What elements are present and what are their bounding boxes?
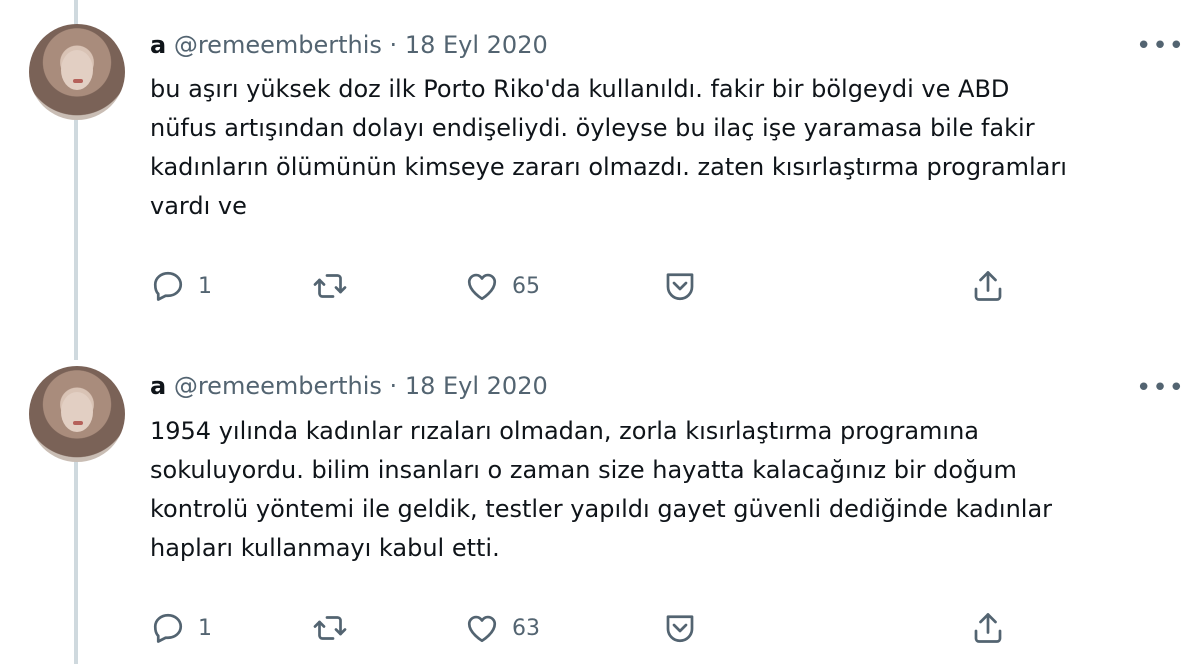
share-icon bbox=[974, 613, 1002, 643]
more-icon[interactable]: ••• bbox=[1136, 33, 1185, 59]
separator: · bbox=[389, 31, 398, 59]
reply-count: 1 bbox=[198, 615, 212, 641]
tweet-text-line: kontrolü yöntemi ile geldik, testler yap… bbox=[150, 495, 1053, 523]
action-bar: 1 63 bbox=[0, 610, 1200, 650]
reply-icon bbox=[153, 271, 183, 301]
like-button[interactable]: 63 bbox=[464, 610, 540, 646]
tweet-text: 1954 yılında kadınlar rızaları olmadan, … bbox=[150, 412, 1150, 568]
bookmark-icon bbox=[666, 615, 694, 643]
author-name[interactable]: a bbox=[150, 372, 166, 400]
tweet-date[interactable]: 18 Eyl 2020 bbox=[405, 31, 548, 59]
share-button[interactable] bbox=[970, 268, 1006, 304]
tweet-text-line: nüfus artışından dolayı endişeliydi. öyl… bbox=[150, 114, 1035, 142]
avatar[interactable] bbox=[29, 24, 125, 120]
avatar-lips bbox=[73, 421, 83, 425]
bookmark-button[interactable] bbox=[662, 268, 698, 304]
reply-button[interactable]: 1 bbox=[150, 610, 212, 646]
share-button[interactable] bbox=[970, 610, 1006, 646]
bookmark-button[interactable] bbox=[662, 610, 698, 646]
tweet-header: a @remeemberthis · 18 Eyl 2020 bbox=[150, 30, 548, 60]
action-bar: 1 65 bbox=[0, 268, 1200, 308]
retweet-button[interactable] bbox=[312, 610, 348, 646]
tweet-text-line: kadınların ölümünün kimseye zararı olmaz… bbox=[150, 153, 1067, 181]
tweet-date[interactable]: 18 Eyl 2020 bbox=[405, 372, 548, 400]
tweet-text-line: 1954 yılında kadınlar rızaları olmadan, … bbox=[150, 417, 979, 445]
like-icon bbox=[467, 273, 497, 301]
retweet-icon bbox=[313, 274, 347, 298]
author-name[interactable]: a bbox=[150, 31, 166, 59]
author-handle[interactable]: @remeemberthis bbox=[174, 372, 382, 400]
tweet[interactable]: a @remeemberthis · 18 Eyl 2020 ••• 1954 … bbox=[0, 340, 1200, 664]
tweet-text-line: bu aşırı yüksek doz ilk Porto Riko'da ku… bbox=[150, 75, 1010, 103]
avatar-face bbox=[61, 392, 93, 432]
avatar-face bbox=[61, 50, 93, 90]
reply-button[interactable]: 1 bbox=[150, 268, 212, 304]
reply-count: 1 bbox=[198, 273, 212, 299]
tweet-text-line: vardı ve bbox=[150, 192, 247, 220]
tweet-text: bu aşırı yüksek doz ilk Porto Riko'da ku… bbox=[150, 70, 1150, 226]
tweet[interactable]: a @remeemberthis · 18 Eyl 2020 ••• bu aş… bbox=[0, 0, 1200, 340]
like-icon bbox=[467, 615, 497, 643]
more-icon[interactable]: ••• bbox=[1136, 375, 1185, 401]
share-icon bbox=[974, 271, 1002, 301]
tweet-text-line: hapları kullanmayı kabul etti. bbox=[150, 534, 500, 562]
bookmark-icon bbox=[666, 273, 694, 301]
like-count: 65 bbox=[512, 273, 540, 299]
avatar[interactable] bbox=[29, 366, 125, 462]
avatar-lips bbox=[73, 79, 83, 83]
tweet-text-line: sokuluyordu. bilim insanları o zaman siz… bbox=[150, 456, 1017, 484]
reply-icon bbox=[153, 613, 183, 643]
like-button[interactable]: 65 bbox=[464, 268, 540, 304]
separator: · bbox=[389, 372, 398, 400]
retweet-icon bbox=[313, 616, 347, 640]
tweet-header: a @remeemberthis · 18 Eyl 2020 bbox=[150, 371, 548, 401]
author-handle[interactable]: @remeemberthis bbox=[174, 31, 382, 59]
retweet-button[interactable] bbox=[312, 268, 348, 304]
like-count: 63 bbox=[512, 615, 540, 641]
